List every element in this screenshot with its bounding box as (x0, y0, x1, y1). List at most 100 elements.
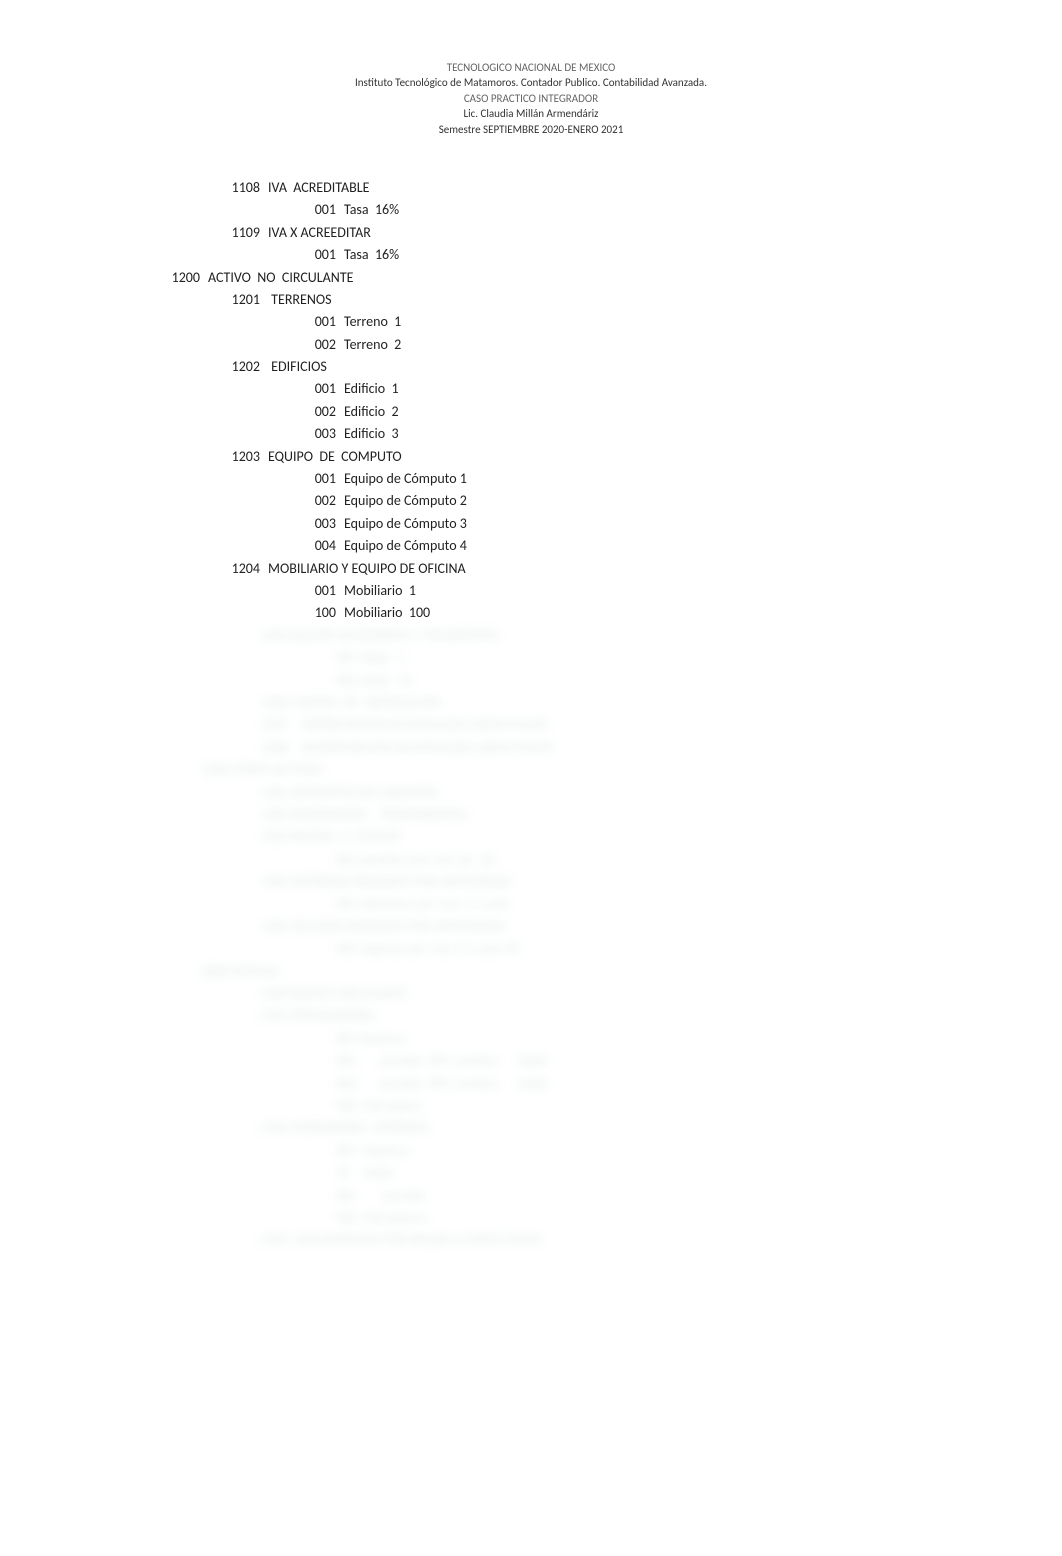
blurred-text: 1208 AMORTIZACION ACUMULADA LARGO PLAZO (0, 737, 554, 759)
blurred-text: 1206 GASTOS DE INSTALACION (0, 692, 441, 714)
blurred-text: 1301 DEPOSITOS EN GARANTIA (0, 782, 438, 804)
account-label: Terreno 2 (344, 334, 401, 356)
account-code: 001 (0, 580, 344, 602)
blurred-row: 1301 DEPOSITOS EN GARANTIA (0, 782, 1062, 804)
account-code: 1201 (0, 289, 268, 311)
account-row-level3: 002Terreno 2 (0, 334, 1062, 356)
blurred-text: 001 Naciona (0, 1140, 410, 1162)
blurred-row: 002 provide RFC nombre Saldo (0, 1073, 1062, 1095)
blurred-row: 1205 EQUIPO DE REPARTO Y TRANSPORTE (0, 625, 1062, 647)
blurred-text: 1304 INTERESES PAGADOS POR ANTICIPADO (0, 871, 511, 893)
blurred-row: 2103 DOCUMENTOS POR PAGAR A CORTO PLAZO (0, 1229, 1062, 1251)
blurred-text: 2101 PROVEEDORES (0, 1005, 376, 1027)
blurred-text: 002 Extranjero (0, 1095, 422, 1117)
account-row-level3: 002Equipo de Cómputo 2 (0, 490, 1062, 512)
account-label: Equipo de Cómputo 3 (344, 513, 467, 535)
account-code: 002 (0, 490, 344, 512)
account-label: IVA ACREDITABLE (268, 177, 369, 199)
account-label: Tasa 16% (344, 244, 399, 266)
account-label: EQUIPO DE COMPUTO (268, 446, 402, 468)
blurred-account-list: 1205 EQUIPO DE REPARTO Y TRANSPORTE001 V… (0, 625, 1062, 1252)
account-row-level3: 001Tasa 16% (0, 199, 1062, 221)
blurred-text: 1305 SEGUROS PAGADOS POR ANTICIPADO (0, 916, 505, 938)
blurred-text: 2102 ACREEDORES DIVERSOS (0, 1117, 430, 1139)
account-label: Edificio 3 (344, 423, 399, 445)
blurred-text: 001 provide (0, 1185, 426, 1207)
blurred-row: 001 Naciona (0, 1028, 1062, 1050)
blurred-row: 1303 RENTAS X ANTICIP (0, 826, 1062, 848)
blurred-text: 2000 PASIVOS (0, 961, 279, 983)
account-label: EDIFICIOS (268, 356, 327, 378)
account-row-level3: 003Edificio 3 (0, 423, 1062, 445)
account-label: Tasa 16% (344, 199, 399, 221)
account-label: Edificio 1 (344, 378, 399, 400)
account-list: 1108IVA ACREDITABLE001Tasa 16%1109IVA X … (0, 177, 1062, 625)
account-row-level3: 001Mobiliario 1 (0, 580, 1062, 602)
account-row-level2: 1201 TERRENOS (0, 289, 1062, 311)
account-row-level2: 1204MOBILIARIO Y EQUIPO DE OFICINA (0, 558, 1062, 580)
account-code: 1204 (0, 558, 268, 580)
account-code: 1200 (0, 267, 208, 289)
account-code: 004 (0, 535, 344, 557)
account-code: 002 (0, 401, 344, 423)
account-code: 1109 (0, 222, 268, 244)
blurred-row: 2100 PASIVO CIRCULANTE (0, 983, 1062, 1005)
blurred-row: 1207 DEPRECIACION ACUMULADA LARGO PLAZO (0, 714, 1062, 736)
blurred-row: 002 Extranjero (0, 1095, 1062, 1117)
blurred-text: 2100 PASIVO CIRCULANTE (0, 983, 408, 1005)
account-row-level1: 1200ACTIVO NO CIRCULANTE (0, 267, 1062, 289)
blurred-row: 001 intereses por resc 1.5 anio (0, 893, 1062, 915)
account-row-level2: 1202 EDIFICIOS (0, 356, 1062, 378)
document-page: TECNOLOGICO NACIONAL DE MEXICO Instituto… (0, 0, 1062, 1252)
account-row-level2: 1203EQUIPO DE COMPUTO (0, 446, 1062, 468)
account-label: TERRENOS (268, 289, 332, 311)
account-code: 1108 (0, 177, 268, 199)
account-code: 001 (0, 199, 344, 221)
blurred-text: 2103 DOCUMENTOS POR PAGAR A CORTO PLAZO (0, 1229, 542, 1251)
blurred-row: 001 Naciona (0, 1140, 1062, 1162)
blurred-row: 1305 SEGUROS PAGADOS POR ANTICIPADO (0, 916, 1062, 938)
blurred-text: 001 Vehic 1 (0, 647, 405, 669)
account-row-level2: 1109IVA X ACREEDITAR (0, 222, 1062, 244)
account-code: 003 (0, 513, 344, 535)
account-row-level3: 004Equipo de Cómputo 4 (0, 535, 1062, 557)
account-code: 003 (0, 423, 344, 445)
account-label: Equipo de Cómputo 1 (344, 468, 467, 490)
blurred-row: 001 provide (0, 1185, 1062, 1207)
blurred-row: 1206 GASTOS DE INSTALACION (0, 692, 1062, 714)
blurred-row: 002 Vehic 10 (0, 670, 1062, 692)
account-label: Mobiliario 100 (344, 602, 430, 624)
blurred-row: 001 Vehic 1 (0, 647, 1062, 669)
account-code: 1202 (0, 356, 268, 378)
account-row-level2: 1108IVA ACREDITABLE (0, 177, 1062, 199)
header-line-3: CASO PRACTICO INTEGRADOR (0, 91, 1062, 106)
header-line-5: Semestre SEPTIEMBRE 2020-ENERO 2021 (0, 122, 1062, 137)
blurred-row: 1208 AMORTIZACION ACUMULADA LARGO PLAZO (0, 737, 1062, 759)
blurred-text: 1303 RENTAS X ANTICIP (0, 826, 401, 848)
blurred-text: 001 provide RFC nombre Saldo (0, 1050, 552, 1072)
blurred-row: 1300 OTROS ACTIVOS (0, 759, 1062, 781)
blurred-row: 2102 ACREEDORES DIVERSOS (0, 1117, 1062, 1139)
blurred-text: 001 seguros por resc 2.5 anio 20 (0, 938, 519, 960)
blurred-text: 002 Extranjeros (0, 1207, 428, 1229)
account-row-level3: 001Equipo de Cómputo 1 (0, 468, 1062, 490)
blurred-text: 1300 OTROS ACTIVOS (0, 759, 323, 781)
header-line-1: TECNOLOGICO NACIONAL DE MEXICO (0, 60, 1062, 75)
account-row-level3: 001Terreno 1 (0, 311, 1062, 333)
account-row-level3: 100Mobiliario 100 (0, 602, 1062, 624)
blurred-text: 002 provide RFC nombre Saldo (0, 1073, 552, 1095)
blurred-text: 01 Saldo (0, 1162, 397, 1184)
blurred-row: 2000 PASIVOS (0, 961, 1062, 983)
blurred-row: 2101 PROVEEDORES (0, 1005, 1062, 1027)
account-row-level3: 002Edificio 2 (0, 401, 1062, 423)
blurred-row: 1304 INTERESES PAGADOS POR ANTICIPADO (0, 871, 1062, 893)
account-label: Edificio 2 (344, 401, 399, 423)
blurred-row: 001 provide RFC nombre Saldo (0, 1050, 1062, 1072)
blurred-row: 002 Extranjeros (0, 1207, 1062, 1229)
blurred-row: 001 pendien por resc de 20 (0, 849, 1062, 871)
blurred-text: 002 Vehic 10 (0, 670, 412, 692)
blurred-row: 01 Saldo (0, 1162, 1062, 1184)
account-code: 001 (0, 378, 344, 400)
blurred-row: 1302 INVERSIONES PERMANENTES (0, 804, 1062, 826)
header-line-2: Instituto Tecnológico de Matamoros. Cont… (0, 75, 1062, 90)
